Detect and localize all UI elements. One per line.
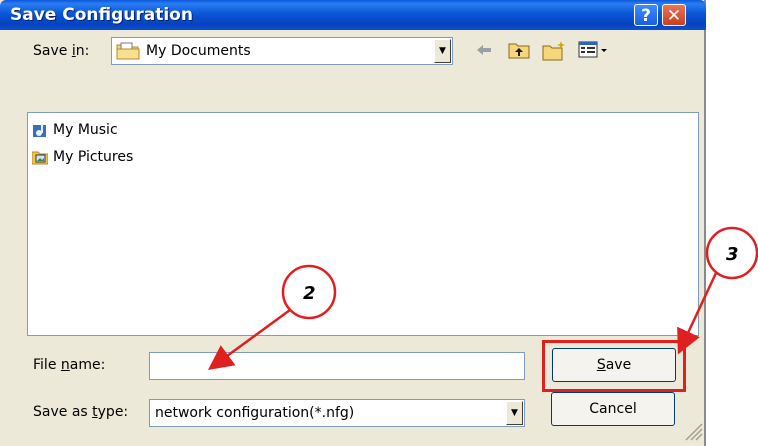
- save-in-value: My Documents: [146, 43, 251, 59]
- list-item[interactable]: My Music: [32, 120, 118, 140]
- pictures-folder-icon: [32, 151, 48, 165]
- back-arrow-icon[interactable]: [474, 40, 494, 60]
- save-in-dropdown[interactable]: My Documents ▼: [111, 37, 453, 65]
- music-folder-icon: [33, 124, 46, 137]
- file-name-label: File name:: [33, 357, 106, 373]
- save-in-dropdown-arrow[interactable]: ▼: [434, 39, 451, 63]
- save-in-label: Save in:: [33, 43, 90, 59]
- resize-grip-icon[interactable]: [682, 420, 704, 442]
- title-bar[interactable]: Save Configuration ? ✕: [0, 0, 706, 30]
- close-button[interactable]: ✕: [662, 4, 686, 26]
- new-folder-icon[interactable]: [542, 40, 566, 62]
- save-as-type-label: Save as type:: [33, 404, 129, 420]
- documents-folder-icon: [116, 42, 140, 60]
- view-menu-icon[interactable]: [578, 40, 610, 60]
- step-3-label: 3: [726, 244, 739, 265]
- up-folder-icon[interactable]: [508, 40, 530, 60]
- file-name-input[interactable]: [149, 352, 525, 380]
- cancel-button[interactable]: Cancel: [551, 392, 675, 426]
- save-as-type-dropdown[interactable]: network configuration(*.nfg) ▼: [149, 399, 525, 427]
- save-button-highlight: [542, 340, 686, 392]
- save-as-type-value: network configuration(*.nfg): [155, 405, 355, 421]
- window-title: Save Configuration: [10, 5, 193, 25]
- step-3-circle: [705, 226, 758, 280]
- list-item[interactable]: My Pictures: [32, 147, 133, 167]
- help-button[interactable]: ?: [634, 4, 658, 26]
- file-list[interactable]: My Music My Pictures: [27, 112, 699, 336]
- save-as-type-dropdown-arrow[interactable]: ▼: [506, 401, 523, 425]
